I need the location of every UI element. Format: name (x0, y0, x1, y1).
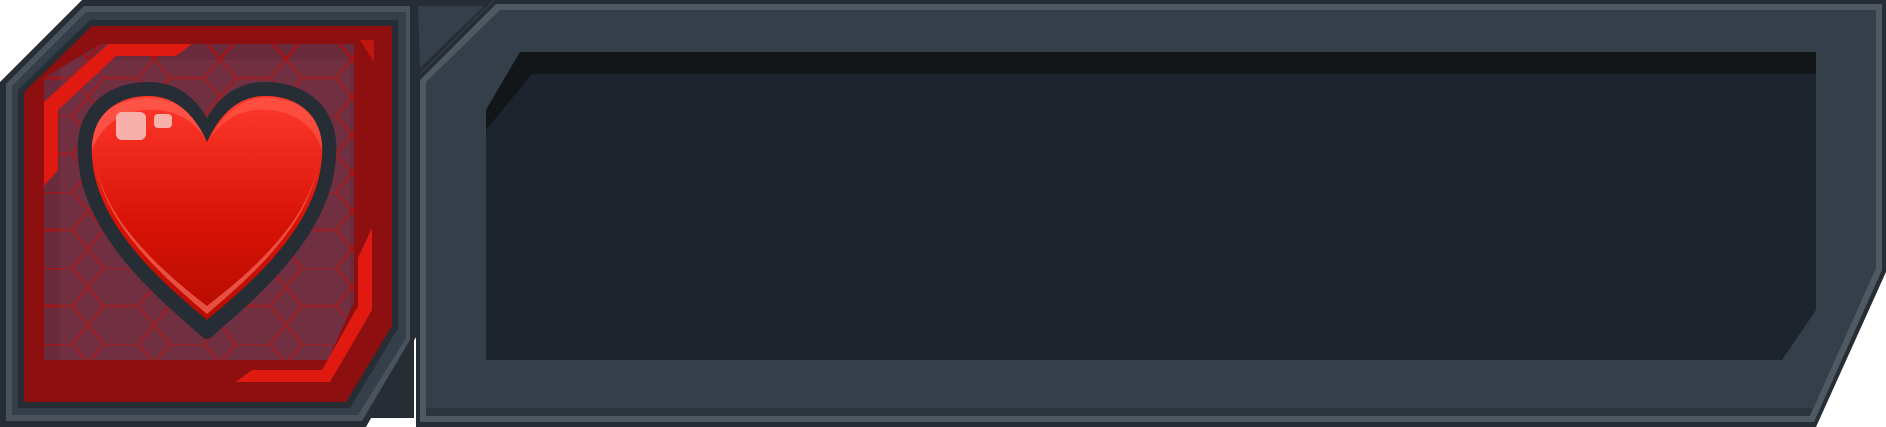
heart-shine-small (154, 114, 172, 128)
health-bar-hud (0, 0, 1886, 427)
icon-panel (0, 0, 414, 427)
bar-panel (416, 0, 1886, 427)
heart-shine-large (116, 112, 146, 140)
bar-slot (486, 52, 1816, 360)
hud-svg (0, 0, 1886, 427)
